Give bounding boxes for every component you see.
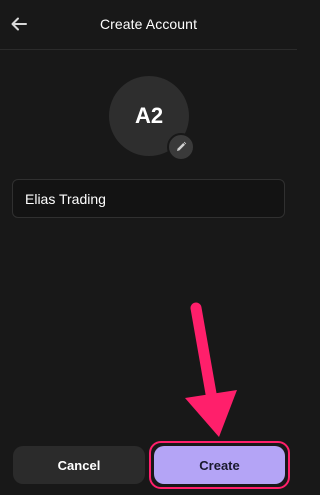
page-title: Create Account xyxy=(99,16,198,32)
edit-avatar-button[interactable] xyxy=(167,133,195,161)
pencil-icon xyxy=(177,141,187,151)
create-account-screen: Create Account A2 Cancel Create xyxy=(0,0,297,495)
header-bar: Create Account xyxy=(0,0,297,50)
cancel-button[interactable]: Cancel xyxy=(13,446,145,484)
account-name-input[interactable] xyxy=(12,179,285,218)
create-button[interactable]: Create xyxy=(154,446,285,484)
annotation-arrow xyxy=(185,302,237,437)
